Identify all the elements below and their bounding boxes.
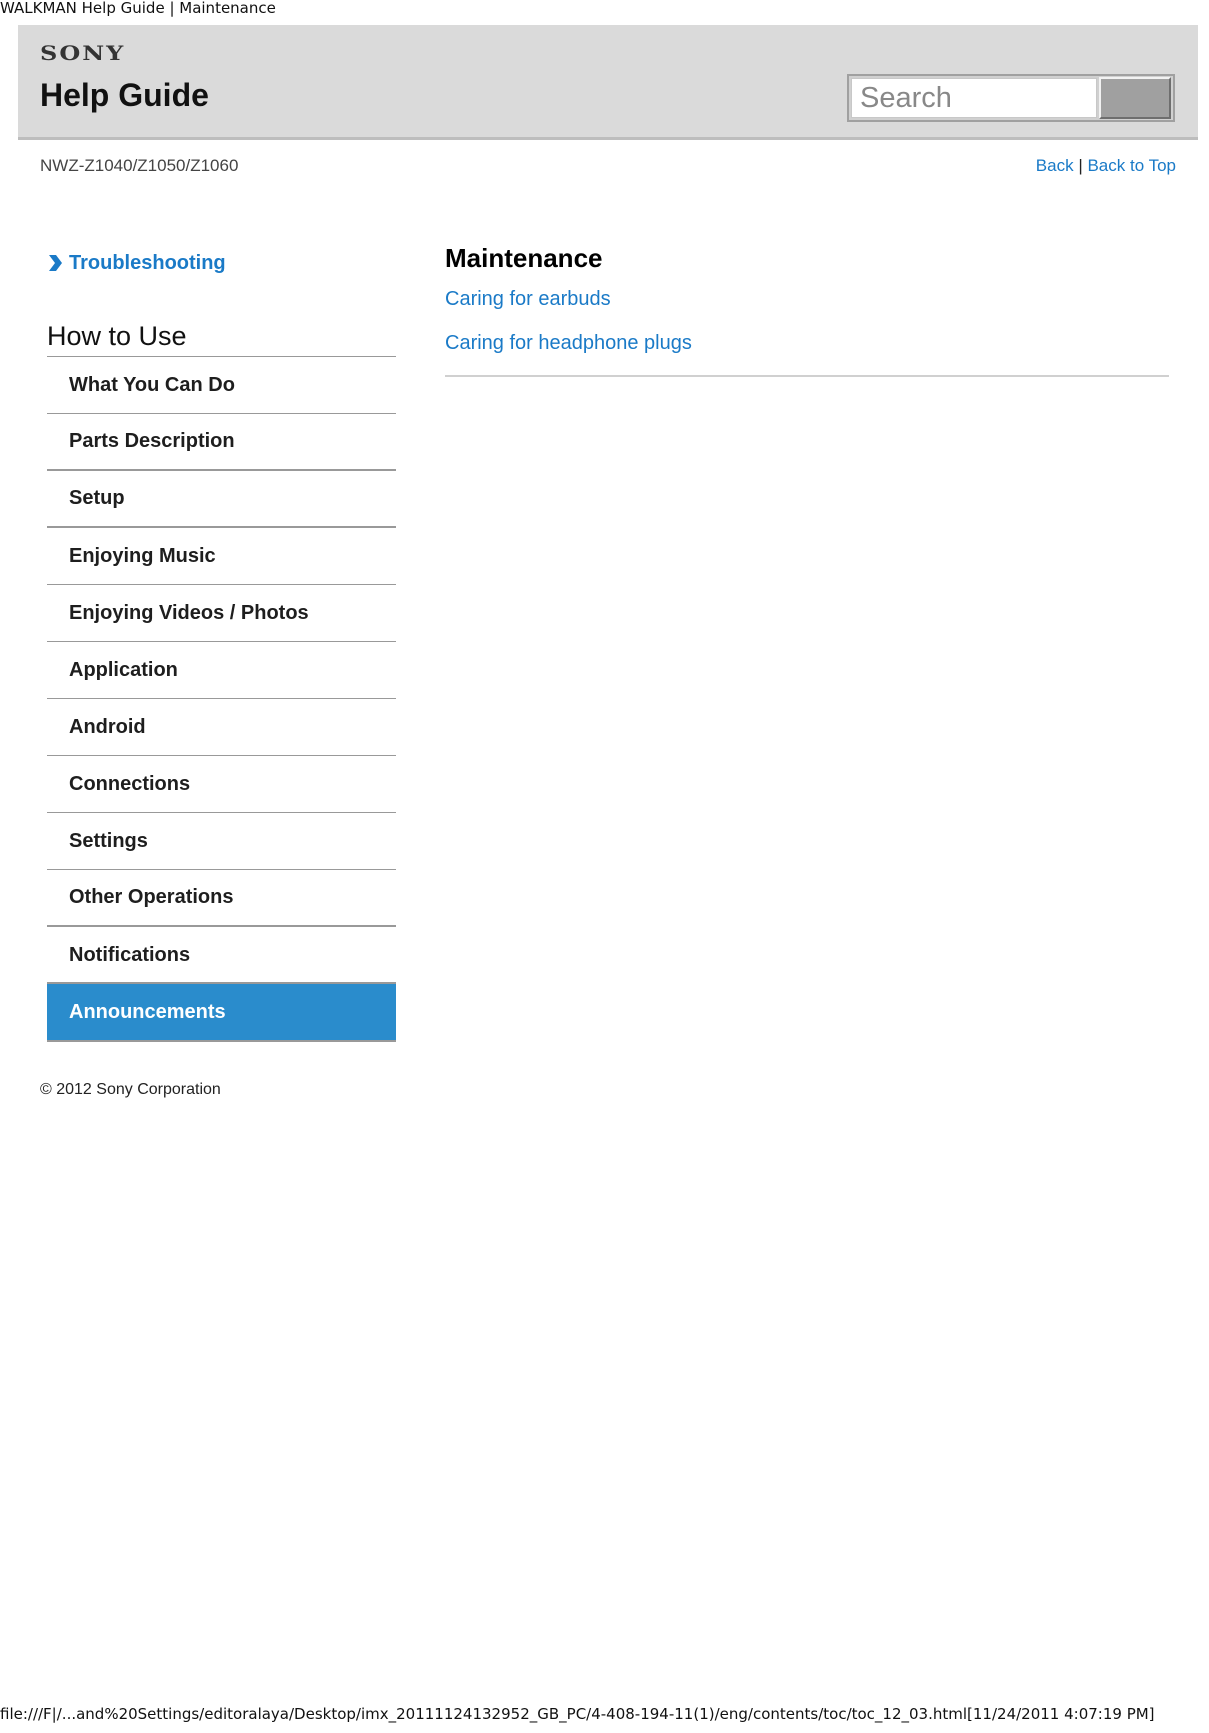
content-divider [445, 375, 1169, 377]
sidebar-item-other-operations[interactable]: Other Operations [47, 870, 396, 927]
troubleshooting-link[interactable]: Troubleshooting [69, 252, 226, 275]
main-content: Maintenance Caring for earbuds Caring fo… [445, 241, 1169, 377]
topic-link-caring-for-headphone-plugs[interactable]: Caring for headphone plugs [445, 331, 1169, 355]
topic-link-caring-for-earbuds[interactable]: Caring for earbuds [445, 287, 1169, 311]
section-heading: Maintenance [445, 243, 603, 273]
sidebar-item-application[interactable]: Application [47, 642, 396, 699]
sidebar-item-connections[interactable]: Connections [47, 756, 396, 813]
topic-list: Caring for earbuds Caring for headphone … [445, 287, 1169, 355]
header: SONY Help Guide [18, 25, 1198, 140]
sidebar-item-enjoying-music[interactable]: Enjoying Music [47, 528, 396, 585]
back-to-top-link[interactable]: Back to Top [1087, 156, 1176, 175]
sidebar-item-parts-description[interactable]: Parts Description [47, 414, 396, 471]
sidebar-nav: What You Can Do Parts Description Setup … [47, 356, 396, 1042]
back-link[interactable]: Back [1036, 156, 1074, 175]
link-separator: | [1078, 156, 1083, 175]
page-title: Help Guide [40, 77, 209, 113]
search-input[interactable] [851, 78, 1097, 118]
copyright: © 2012 Sony Corporation [40, 1081, 221, 1098]
search-button[interactable] [1099, 77, 1171, 119]
search-form [847, 74, 1175, 122]
footer-file-path: file:///F|/...and%20Settings/editoralaya… [0, 1705, 1155, 1723]
section-title-how-to-use: How to Use [47, 321, 187, 351]
model-number: NWZ-Z1040/Z1050/Z1060 [40, 156, 239, 175]
top-navigation-links: Back | Back to Top [1036, 156, 1176, 176]
sidebar-item-what-you-can-do[interactable]: What You Can Do [47, 357, 396, 414]
sidebar-item-setup[interactable]: Setup [47, 471, 396, 528]
sony-logo: SONY [40, 41, 126, 65]
chevron-right-icon [49, 255, 62, 271]
document-title: WALKMAN Help Guide | Maintenance [0, 0, 276, 17]
sidebar-item-notifications[interactable]: Notifications [47, 927, 396, 983]
sidebar-item-enjoying-videos-photos[interactable]: Enjoying Videos / Photos [47, 585, 396, 642]
sidebar-item-settings[interactable]: Settings [47, 813, 396, 870]
troubleshooting-entry: Troubleshooting [47, 250, 226, 276]
sidebar-item-android[interactable]: Android [47, 699, 396, 756]
sidebar-item-announcements[interactable]: Announcements [47, 982, 396, 1042]
